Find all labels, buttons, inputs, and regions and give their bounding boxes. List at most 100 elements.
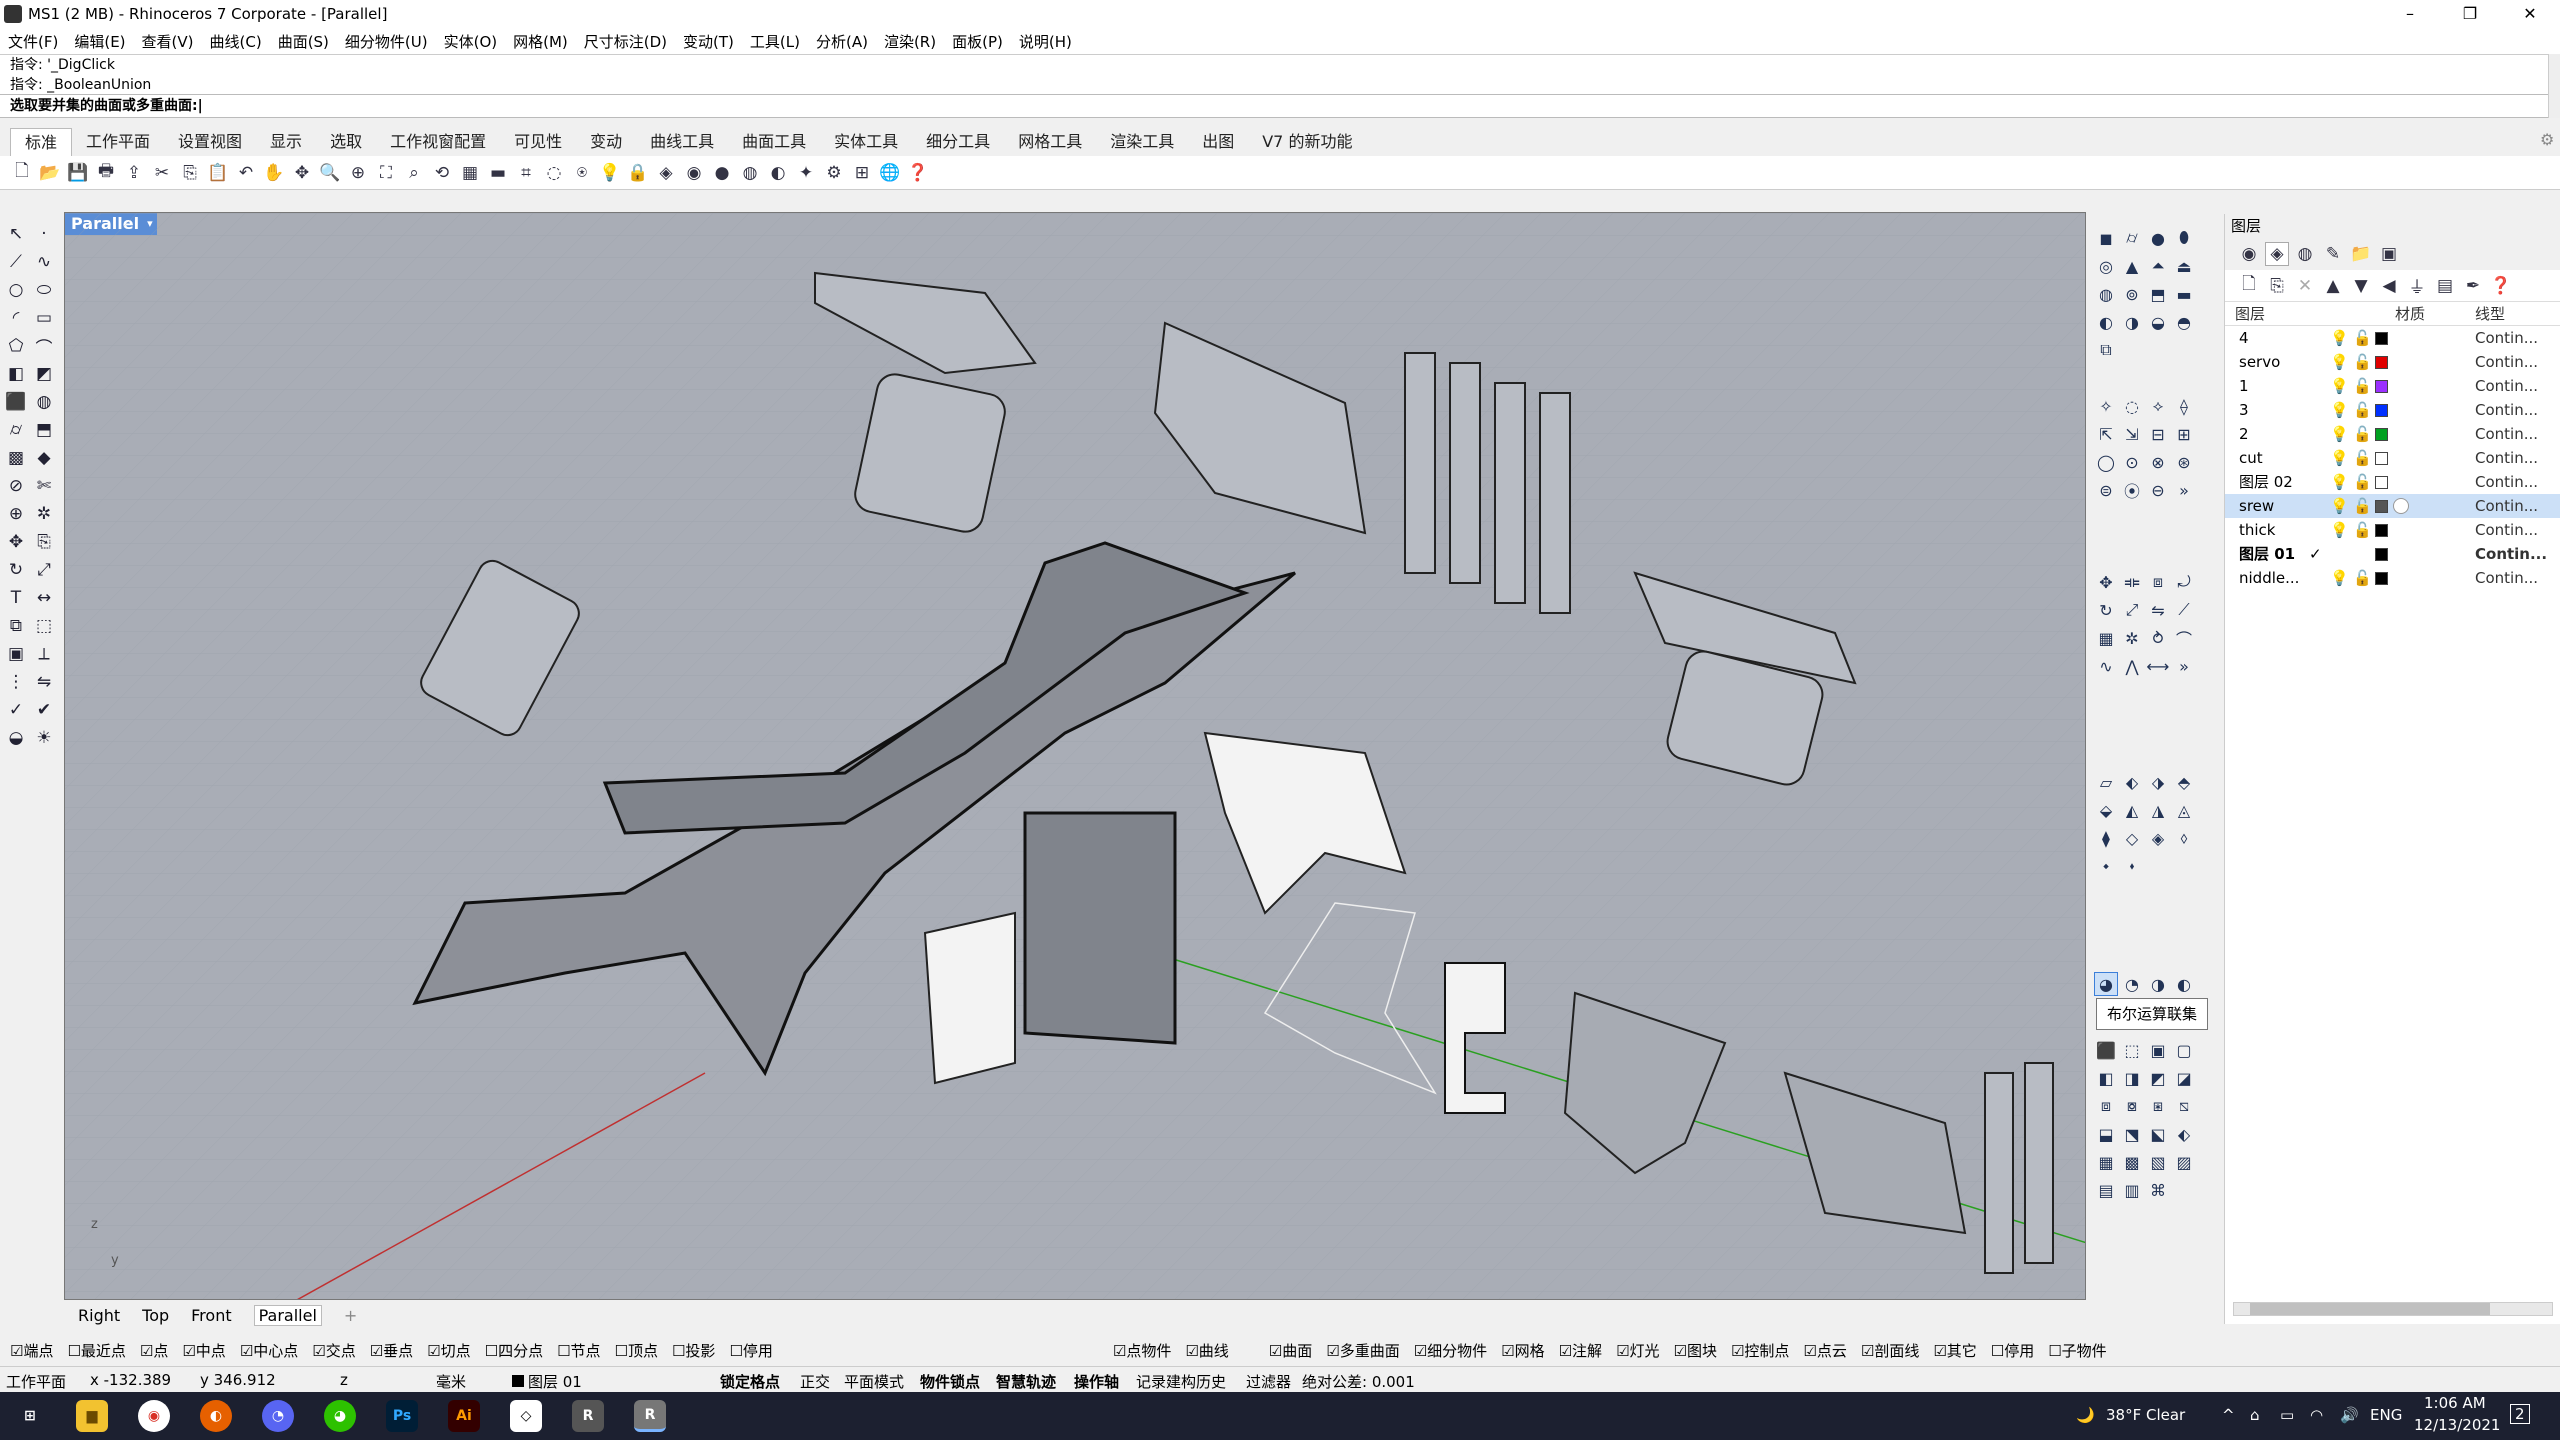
weather-text[interactable]: 38°F Clear <box>2106 1406 2185 1424</box>
surface-unroll-icon[interactable]: ⬪ <box>2120 854 2144 878</box>
osnap-tan[interactable]: ☑切点 <box>427 1340 470 1361</box>
status-gumball[interactable]: 操作轴 <box>1074 1371 1119 1392</box>
solid-text-icon[interactable]: ◓ <box>2172 310 2196 334</box>
mirror-icon[interactable]: ⇋ <box>32 670 56 694</box>
zoom-window-icon[interactable]: ⊕ <box>346 161 370 185</box>
block-icon[interactable]: ⬚ <box>32 614 56 638</box>
properties-tab-icon[interactable]: ◉ <box>2237 242 2261 266</box>
windows-start-icon[interactable]: ⊞ <box>14 1400 46 1432</box>
osnap-perp[interactable]: ☑垂点 <box>370 1340 413 1361</box>
menu-transform[interactable]: 变动(T) <box>683 31 734 52</box>
layer-color-swatch[interactable] <box>2375 572 2388 585</box>
render-mesh-icon[interactable]: ◒ <box>4 726 28 750</box>
layer-color-swatch[interactable] <box>2375 548 2388 561</box>
select-filter-icon[interactable]: ⍟ <box>570 161 594 185</box>
layer-color-swatch[interactable] <box>2375 332 2388 345</box>
layer-color-swatch[interactable] <box>2375 524 2388 537</box>
tab-solid-tools[interactable]: 实体工具 <box>820 128 912 156</box>
transform-rotate-icon[interactable]: ↻ <box>2094 598 2118 622</box>
sphere-icon[interactable]: ◍ <box>32 390 56 414</box>
render-tab-icon[interactable]: ◍ <box>2293 242 2317 266</box>
menu-render[interactable]: 渲染(R) <box>884 31 936 52</box>
osnap-vertex[interactable]: ☐顶点 <box>615 1340 658 1361</box>
unlock-icon[interactable]: 🔓 <box>2353 422 2372 446</box>
tray-chevron-icon[interactable]: ^ <box>2222 1406 2235 1424</box>
visibility-bulb-off-icon[interactable]: 💡 <box>2330 494 2349 518</box>
unlock-icon[interactable]: 🔓 <box>2353 566 2372 590</box>
unlock-icon[interactable]: 🔓 <box>2353 326 2372 350</box>
transform-polar-icon[interactable]: ✲ <box>2120 626 2144 650</box>
measure-icon[interactable]: ⟂ <box>32 642 56 666</box>
sphere-rendered-icon[interactable]: ◍ <box>738 161 762 185</box>
status-osnap[interactable]: 物件锁点 <box>920 1371 980 1392</box>
solid-pyramid-icon[interactable]: ▲ <box>2120 254 2144 278</box>
column-name[interactable]: 图层 <box>2235 302 2265 326</box>
filter-surfaces[interactable]: ☑曲面 <box>1269 1340 1312 1361</box>
tab-cplanes[interactable]: 工作平面 <box>72 128 164 156</box>
solid-edit-10-icon[interactable]: ⧇ <box>2120 1094 2144 1118</box>
surface-loft-icon[interactable]: ⬙ <box>2094 798 2118 822</box>
move-to-parent-icon[interactable]: ◀ <box>2377 274 2401 298</box>
osnap-mid[interactable]: ☑中点 <box>182 1340 225 1361</box>
solid-edit-4-icon[interactable]: ▢ <box>2172 1038 2196 1062</box>
print-icon[interactable]: 🖶 <box>94 161 118 185</box>
analyze-icon[interactable]: ✓ <box>4 698 28 722</box>
split-icon[interactable]: ⊘ <box>4 474 28 498</box>
unity-icon[interactable]: ◇ <box>510 1400 542 1432</box>
tab-set-view[interactable]: 设置视图 <box>164 128 256 156</box>
visibility-bulb-icon[interactable]: 💡 <box>2330 350 2349 374</box>
solid-edit-8-icon[interactable]: ◪ <box>2172 1066 2196 1090</box>
solid-edit-23-icon[interactable]: ⌘ <box>2146 1178 2170 1202</box>
grid-snap-icon[interactable]: ⌗ <box>514 161 538 185</box>
status-grid-snap[interactable]: 锁定格点 <box>720 1371 780 1392</box>
filter-disable[interactable]: ☐停用 <box>1991 1340 2034 1361</box>
group-icon[interactable]: ⧉ <box>4 614 28 638</box>
surface-icon[interactable]: ◧ <box>4 362 28 386</box>
rotate-view-icon[interactable]: ⟲ <box>430 161 454 185</box>
viewport-parallel[interactable]: Parallel ▾ z y <box>64 212 2086 1300</box>
transform-orient-icon[interactable]: ⤾ <box>2172 570 2196 594</box>
zoom-extents-icon[interactable]: ⛶ <box>374 161 398 185</box>
edit-edge-icon[interactable]: ◌ <box>2120 394 2144 418</box>
status-history[interactable]: 记录建构历史 <box>1136 1371 1226 1392</box>
menu-file[interactable]: 文件(F) <box>8 31 58 52</box>
close-button[interactable]: ✕ <box>2500 0 2560 28</box>
boolean-difference-icon[interactable]: ◔ <box>2120 972 2144 996</box>
render-icon[interactable]: ◐ <box>766 161 790 185</box>
menu-curve[interactable]: 曲线(C) <box>210 31 262 52</box>
light-source-icon[interactable]: ☀ <box>32 726 56 750</box>
command-scrollbar[interactable] <box>2548 54 2560 118</box>
solid-edit-15-icon[interactable]: ⬕ <box>2146 1122 2170 1146</box>
tab-display[interactable]: 显示 <box>256 128 316 156</box>
transform-taper-icon[interactable]: ⋀ <box>2120 654 2144 678</box>
round-hole-icon[interactable]: ⊙ <box>2120 450 2144 474</box>
solid-cylinder-icon[interactable]: ⌭ <box>2120 226 2144 250</box>
status-ortho[interactable]: 正交 <box>800 1371 830 1392</box>
tab-viewport-layout[interactable]: 工作视窗配置 <box>376 128 500 156</box>
surface-sweep-icon[interactable]: ⬘ <box>2172 770 2196 794</box>
solid-torus-icon[interactable]: ◎ <box>2094 254 2118 278</box>
layer-color-swatch[interactable] <box>2375 452 2388 465</box>
filter-points[interactable]: ☑点物件 <box>1113 1340 1171 1361</box>
polygon-icon[interactable]: ⬠ <box>4 334 28 358</box>
unlock-icon[interactable]: 🔓 <box>2353 374 2372 398</box>
material-swatch[interactable] <box>2393 498 2409 514</box>
edit-vertex-icon[interactable]: ⟠ <box>2172 394 2196 418</box>
options-gear-icon[interactable]: ⚙ <box>822 161 846 185</box>
layer-tools-icon[interactable]: ✒ <box>2461 274 2485 298</box>
select-arrow-icon[interactable]: ↖ <box>4 222 28 246</box>
hole-icon[interactable]: ◯ <box>2094 450 2118 474</box>
visibility-bulb-icon[interactable]: 💡 <box>2330 374 2349 398</box>
layer-help-icon[interactable]: ❓ <box>2489 274 2513 298</box>
photoshop-icon[interactable]: Ps <box>386 1400 418 1432</box>
menu-subd[interactable]: 细分物件(U) <box>345 31 428 52</box>
tab-render-tools[interactable]: 渲染工具 <box>1096 128 1188 156</box>
firefox-icon[interactable]: ◐ <box>200 1400 232 1432</box>
array-icon[interactable]: ⋮ <box>4 670 28 694</box>
solid-edit-9-icon[interactable]: ⧈ <box>2094 1094 2118 1118</box>
network-icon[interactable]: ⌂ <box>2250 1406 2260 1424</box>
osnap-center[interactable]: ☑中心点 <box>240 1340 298 1361</box>
view-tab-parallel[interactable]: Parallel <box>253 1304 322 1326</box>
surface-rebuild-icon[interactable]: ⬩ <box>2094 854 2118 878</box>
solid-fillet-icon[interactable]: ◑ <box>2120 310 2144 334</box>
